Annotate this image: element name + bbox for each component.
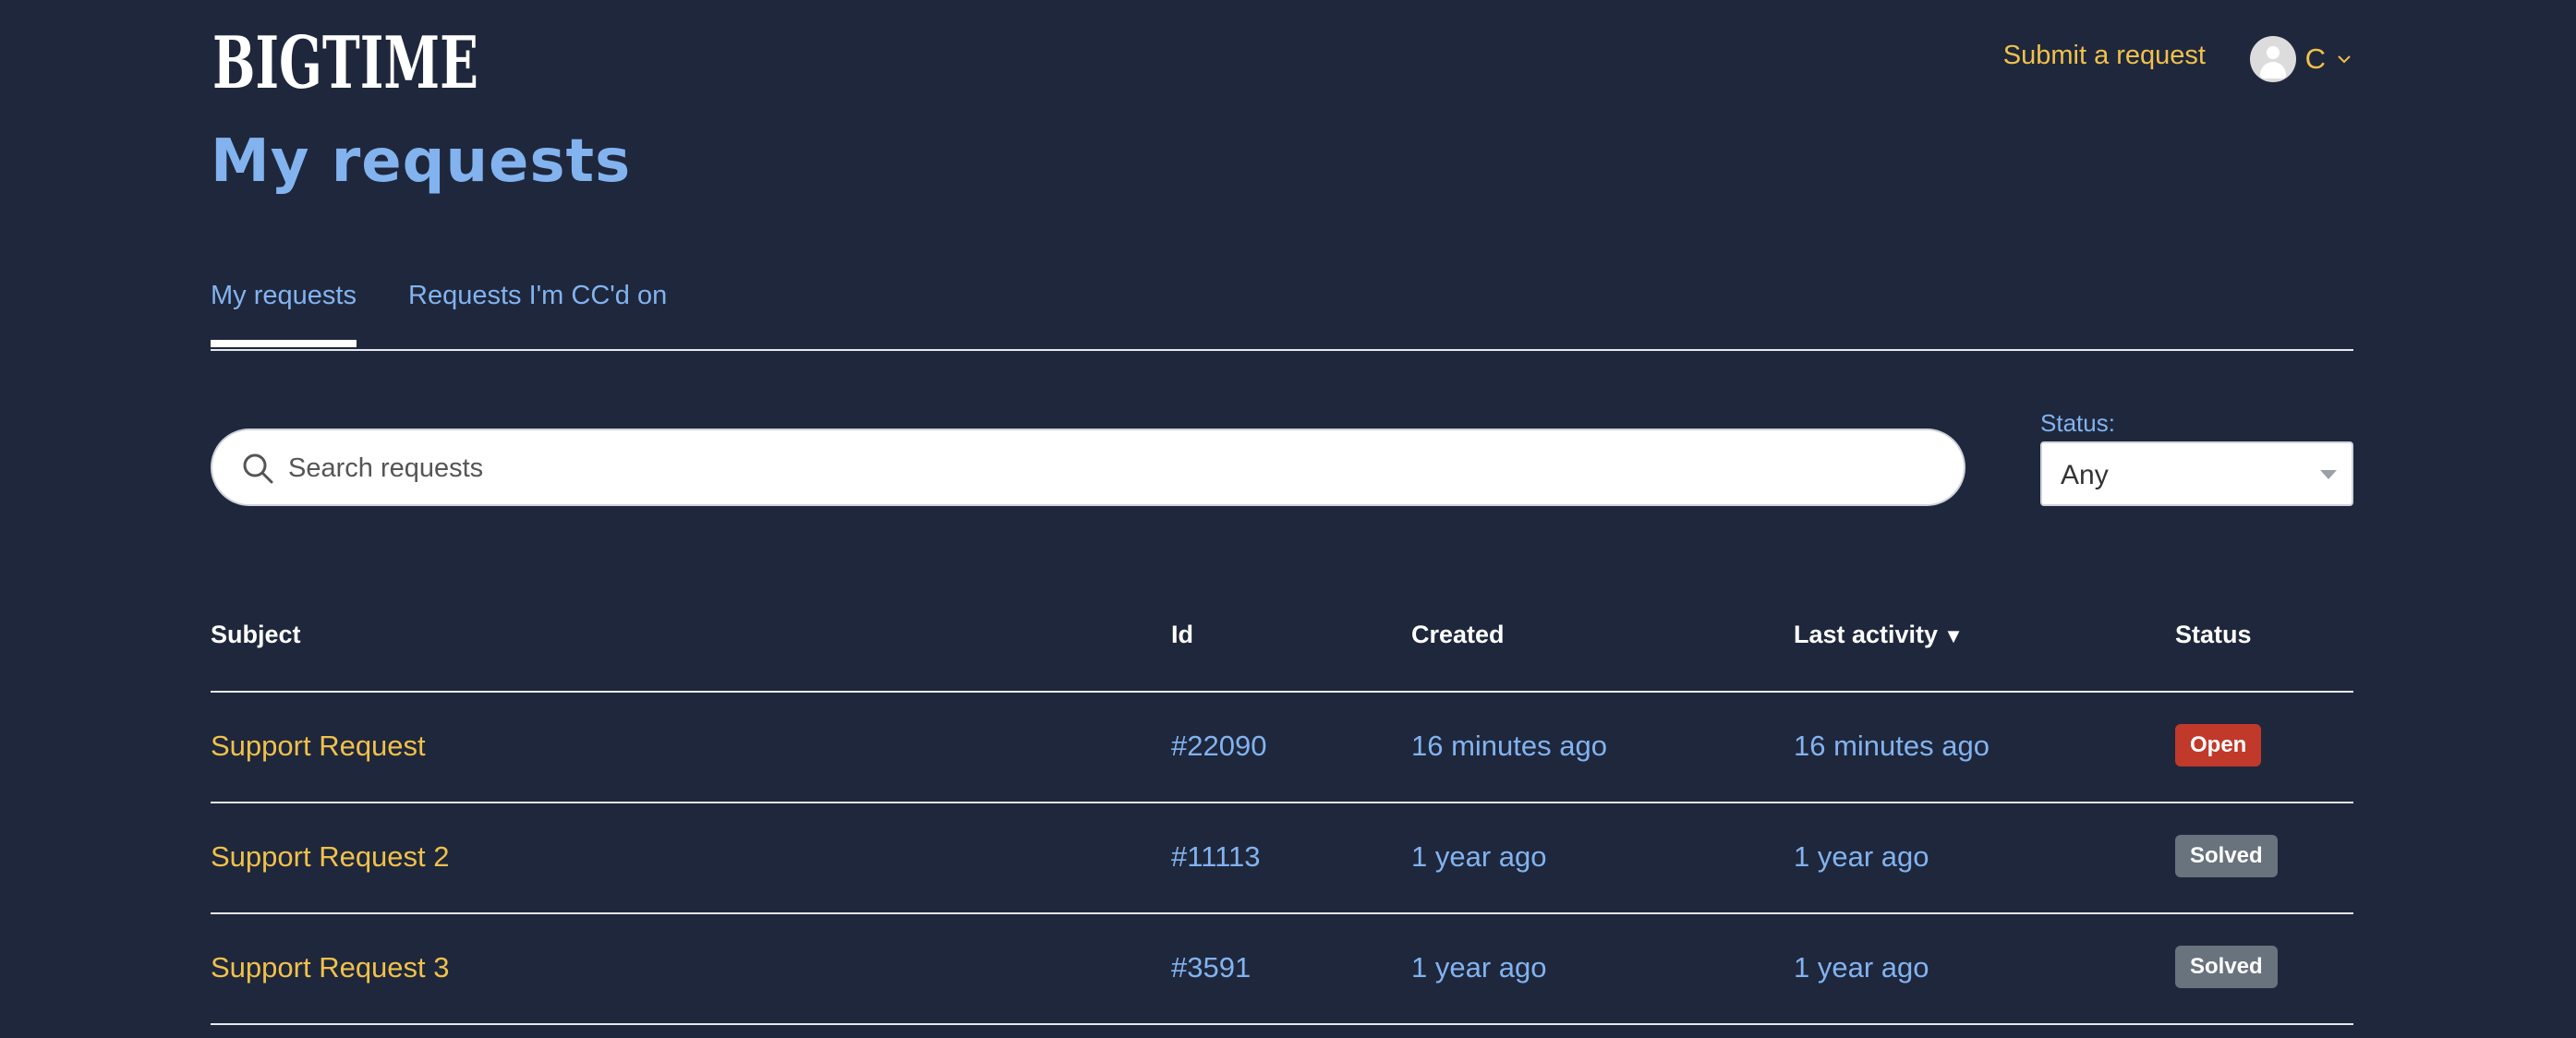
column-header-last-activity-label: Last activity — [1794, 621, 1939, 648]
search-box[interactable] — [211, 428, 1965, 506]
column-header-last-activity[interactable]: Last activity ▼ — [1794, 621, 1964, 649]
site-header: BIGTIME Submit a request C — [211, 0, 2353, 118]
user-menu[interactable]: C — [2249, 35, 2353, 83]
column-header-created[interactable]: Created — [1411, 621, 1505, 649]
column-header-id[interactable]: Id — [1171, 621, 1193, 649]
request-id: #11113 — [1171, 840, 1261, 873]
bigtime-logo[interactable]: BIGTIME — [211, 23, 480, 95]
table-row: Support Request 2 #11113 1 year ago 1 ye… — [211, 803, 2353, 914]
requests-table: Subject Id Created Last activity ▼ Status… — [211, 602, 2353, 1025]
request-subject-link[interactable]: Support Request 3 — [211, 951, 450, 984]
page-container: BIGTIME Submit a request C My requests M… — [211, 0, 2353, 1038]
page-title: My requests — [211, 127, 632, 196]
request-subject-link[interactable]: Support Request 2 — [211, 840, 450, 874]
tab-ccd-requests[interactable]: Requests I'm CC'd on — [408, 281, 667, 311]
column-header-subject[interactable]: Subject — [211, 621, 301, 649]
status-badge: Solved — [2175, 946, 2278, 988]
request-created: 16 minutes ago — [1411, 730, 1607, 762]
status-badge: Open — [2175, 724, 2262, 766]
submit-request-link[interactable]: Submit a request — [2003, 41, 2206, 71]
logo-wordmark: BIGTIME — [212, 23, 478, 95]
search-input[interactable] — [286, 430, 1934, 506]
user-initial[interactable]: C — [2305, 42, 2326, 76]
request-last-activity: 1 year ago — [1794, 840, 1929, 873]
tab-my-requests[interactable]: My requests — [211, 281, 357, 347]
avatar[interactable] — [2249, 36, 2296, 82]
request-last-activity: 1 year ago — [1794, 951, 1929, 984]
status-filter-label: Status: — [2040, 409, 2115, 437]
request-subject-link[interactable]: Support Request — [211, 730, 426, 763]
request-tabs: My requests Requests I'm CC'd on — [211, 268, 2353, 351]
request-id: #3591 — [1171, 951, 1252, 984]
status-filter-value: Any — [2061, 460, 2109, 490]
chevron-down-icon[interactable] — [2335, 50, 2353, 68]
avatar-body-shape — [2259, 62, 2286, 78]
status-badge: Solved — [2175, 835, 2278, 877]
avatar-head-shape — [2266, 46, 2280, 59]
table-header: Subject Id Created Last activity ▼ Status — [211, 602, 2353, 693]
column-header-status[interactable]: Status — [2175, 621, 2252, 649]
request-created: 1 year ago — [1411, 951, 1547, 984]
caret-down-icon — [2320, 470, 2337, 479]
request-created: 1 year ago — [1411, 840, 1547, 873]
table-row: Support Request #22090 16 minutes ago 16… — [211, 693, 2353, 803]
request-id: #22090 — [1171, 730, 1267, 762]
request-last-activity: 16 minutes ago — [1794, 730, 1989, 762]
search-icon — [243, 453, 273, 484]
status-filter-select[interactable]: Any — [2040, 441, 2353, 506]
table-row: Support Request 3 #3591 1 year ago 1 yea… — [211, 914, 2353, 1025]
sort-descending-icon: ▼ — [1943, 624, 1964, 647]
